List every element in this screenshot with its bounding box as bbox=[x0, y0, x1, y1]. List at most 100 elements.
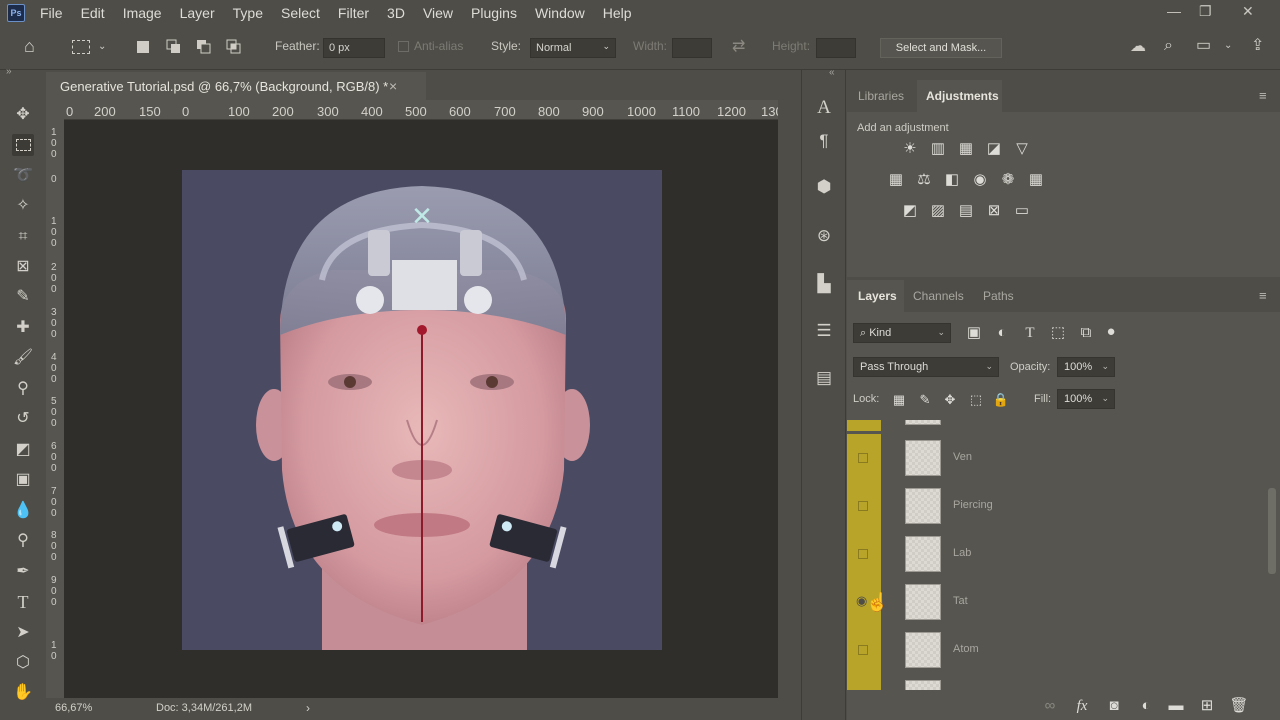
fx-icon[interactable]: fx bbox=[1072, 697, 1092, 715]
libraries-panel-icon[interactable]: ▤ bbox=[813, 367, 835, 389]
swap-icon[interactable]: ⇄ bbox=[732, 39, 745, 55]
filter-adjustment-icon[interactable]: ◐ bbox=[992, 324, 1012, 342]
photo-filter-icon[interactable]: ◉ bbox=[970, 171, 990, 189]
posterize-icon[interactable]: ▨ bbox=[928, 202, 948, 220]
threshold-icon[interactable]: ▤ bbox=[956, 202, 976, 220]
layer-visibility-toggle[interactable] bbox=[847, 420, 881, 431]
layer-visibility-toggle[interactable] bbox=[847, 434, 881, 482]
color-lookup-icon[interactable]: ▦ bbox=[1026, 171, 1046, 189]
tab-channels[interactable]: Channels bbox=[913, 289, 964, 303]
new-group-icon[interactable]: ▬ bbox=[1166, 697, 1186, 715]
panel-menu-icon[interactable]: ≡ bbox=[1259, 88, 1267, 103]
layer-visibility-toggle[interactable] bbox=[847, 482, 881, 530]
lock-position-icon[interactable]: ✥ bbox=[940, 391, 960, 409]
layer-name[interactable]: Piercing bbox=[953, 499, 993, 511]
close-window-button[interactable]: ✕ bbox=[1242, 3, 1254, 20]
selective-color-icon[interactable]: ⊠ bbox=[984, 202, 1004, 220]
path-selection-tool-icon[interactable]: ➤ bbox=[12, 622, 34, 644]
lock-transparent-icon[interactable]: ▦ bbox=[889, 391, 909, 409]
crop-tool-icon[interactable]: ⌗ bbox=[12, 226, 34, 248]
blend-mode-dropdown[interactable]: Pass Through ⌄ bbox=[853, 357, 999, 377]
delete-layer-icon[interactable]: 🗑 bbox=[1229, 697, 1249, 715]
marquee-preset-icon[interactable] bbox=[72, 40, 90, 54]
chevron-down-icon[interactable]: ⌄ bbox=[98, 39, 106, 55]
eraser-tool-icon[interactable]: ◩ bbox=[12, 439, 34, 461]
menu-filter[interactable]: Filter bbox=[338, 5, 369, 21]
blur-tool-icon[interactable]: 💧 bbox=[12, 500, 34, 522]
new-selection-icon[interactable] bbox=[137, 41, 149, 53]
filter-type-icon[interactable]: T bbox=[1020, 324, 1040, 342]
select-and-mask-button[interactable]: Select and Mask... bbox=[880, 38, 1002, 58]
menu-edit[interactable]: Edit bbox=[81, 5, 105, 21]
chevron-down-icon[interactable]: ⌄ bbox=[1224, 38, 1232, 54]
tab-adjustments[interactable]: Adjustments bbox=[926, 89, 999, 103]
menu-image[interactable]: Image bbox=[123, 5, 162, 21]
curves-icon[interactable]: ▦ bbox=[956, 140, 976, 158]
menu-layer[interactable]: Layer bbox=[180, 5, 215, 21]
color-balance-icon[interactable]: ⚖ bbox=[914, 171, 934, 189]
layer-visibility-toggle[interactable] bbox=[847, 674, 881, 690]
layer-row[interactable]: Atom bbox=[847, 626, 1267, 674]
minimize-button[interactable]: — bbox=[1167, 3, 1181, 19]
gradient-tool-icon[interactable]: ▣ bbox=[12, 469, 34, 491]
magic-wand-tool-icon[interactable]: ✧ bbox=[12, 195, 34, 217]
paragraph-panel-icon[interactable]: ¶ bbox=[813, 130, 835, 152]
new-adjustment-layer-icon[interactable]: ◐ bbox=[1136, 697, 1156, 715]
collapse-panels-icon[interactable]: « bbox=[829, 67, 835, 78]
antialias-checkbox[interactable] bbox=[398, 41, 409, 52]
menu-help[interactable]: Help bbox=[603, 5, 632, 21]
vibrance-icon[interactable]: ▽ bbox=[1012, 140, 1032, 158]
brush-tool-icon[interactable]: 🖌 bbox=[12, 347, 34, 369]
black-white-icon[interactable]: ◧ bbox=[942, 171, 962, 189]
restore-button[interactable]: ❐ bbox=[1199, 3, 1212, 20]
tab-libraries[interactable]: Libraries bbox=[858, 89, 904, 103]
scrollbar-thumb[interactable] bbox=[1268, 488, 1276, 574]
search-icon[interactable]: ⌕ bbox=[1164, 38, 1173, 54]
expand-toolbar-icon[interactable]: » bbox=[6, 66, 12, 77]
menu-plugins[interactable]: Plugins bbox=[471, 5, 517, 21]
tab-paths[interactable]: Paths bbox=[983, 289, 1014, 303]
add-mask-icon[interactable]: ◙ bbox=[1104, 697, 1124, 715]
hue-saturation-icon[interactable]: ▦ bbox=[886, 171, 906, 189]
layer-filter-dropdown[interactable]: ⌕ Kind ⌄ bbox=[853, 323, 951, 343]
exposure-icon[interactable]: ◪ bbox=[984, 140, 1004, 158]
share-icon[interactable]: ⇪ bbox=[1251, 38, 1264, 54]
opacity-input[interactable]: 100% ⌄ bbox=[1057, 357, 1115, 377]
invert-icon[interactable]: ◩ bbox=[900, 202, 920, 220]
workspace-icon[interactable]: ▭ bbox=[1196, 38, 1211, 54]
intersect-selection-icon[interactable] bbox=[226, 39, 242, 55]
shape-tool-icon[interactable]: ⬡ bbox=[12, 652, 34, 674]
3d-panel-icon[interactable]: ⬢ bbox=[813, 176, 835, 198]
menu-window[interactable]: Window bbox=[535, 5, 585, 21]
layer-row[interactable]: ◉ ☝ Tat bbox=[847, 578, 1267, 626]
move-tool-icon[interactable]: ✥ bbox=[12, 104, 34, 126]
style-dropdown[interactable]: Normal ⌄ bbox=[530, 38, 616, 58]
fill-input[interactable]: 100% ⌄ bbox=[1057, 389, 1115, 409]
layer-row[interactable] bbox=[847, 420, 1267, 431]
gradient-map-icon[interactable]: ▭ bbox=[1012, 202, 1032, 220]
layer-row[interactable] bbox=[847, 674, 1267, 690]
filter-pixel-icon[interactable]: ▣ bbox=[964, 324, 984, 342]
lasso-tool-icon[interactable]: ➰ bbox=[12, 165, 34, 187]
tab-layers[interactable]: Layers bbox=[858, 289, 897, 303]
lock-all-icon[interactable]: 🔒 bbox=[991, 391, 1011, 409]
layer-name[interactable]: Tat bbox=[953, 595, 968, 607]
filter-shape-icon[interactable]: ⬚ bbox=[1048, 324, 1068, 342]
document-tab[interactable]: Generative Tutorial.psd @ 66,7% (Backgro… bbox=[46, 72, 426, 100]
menu-3d[interactable]: 3D bbox=[387, 5, 405, 21]
status-menu-arrow[interactable]: › bbox=[306, 701, 310, 715]
layer-name[interactable]: Lab bbox=[953, 547, 971, 559]
filter-toggle-icon[interactable]: ● bbox=[1101, 323, 1121, 341]
home-icon[interactable]: ⌂ bbox=[24, 37, 35, 55]
brightness-contrast-icon[interactable]: ☀ bbox=[900, 140, 920, 158]
clone-stamp-tool-icon[interactable]: ⚲ bbox=[12, 378, 34, 400]
menu-select[interactable]: Select bbox=[281, 5, 320, 21]
new-layer-icon[interactable]: ⊞ bbox=[1197, 697, 1217, 715]
eyedropper-tool-icon[interactable]: ✎ bbox=[12, 286, 34, 308]
layer-visibility-toggle[interactable] bbox=[847, 626, 881, 674]
menu-type[interactable]: Type bbox=[233, 5, 263, 21]
filter-smart-object-icon[interactable]: ⧉ bbox=[1076, 324, 1096, 342]
levels-icon[interactable]: ▥ bbox=[928, 140, 948, 158]
menu-view[interactable]: View bbox=[423, 5, 453, 21]
channel-mixer-icon[interactable]: ❁ bbox=[998, 171, 1018, 189]
